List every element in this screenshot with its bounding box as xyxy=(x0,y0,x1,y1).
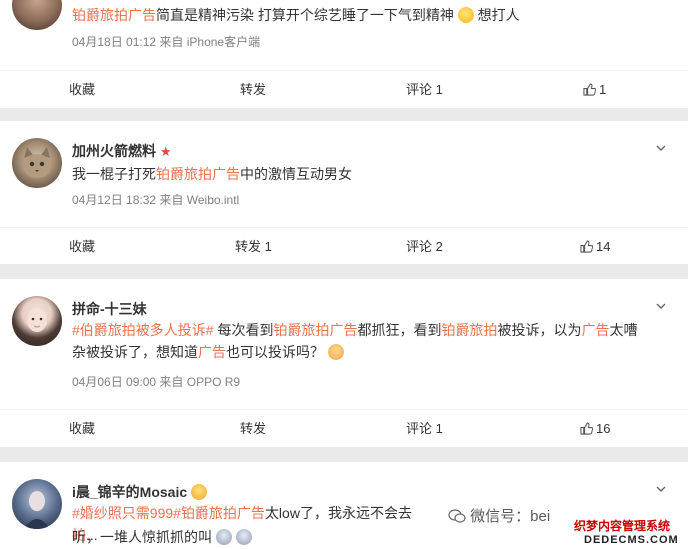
post-source: 来自 iPhone客户端 xyxy=(159,35,261,49)
wechat-watermark: 微信号：bei xyxy=(448,505,550,526)
avatar[interactable] xyxy=(12,479,62,529)
collect-button[interactable]: 收藏 xyxy=(69,410,95,447)
keyword-highlight[interactable]: 广告 xyxy=(581,322,609,338)
repost-button[interactable]: 转发 xyxy=(240,71,266,108)
keyword-highlight[interactable]: 铂爵旅拍广告 xyxy=(156,166,240,182)
wechat-icon xyxy=(448,509,466,523)
username[interactable]: i晨_锦辛的Mosaic xyxy=(72,482,208,502)
post-content: 我一棍子打死铂爵旅拍广告中的激情互动男女 xyxy=(72,166,352,182)
like-button[interactable]: 1 xyxy=(583,71,606,108)
post-meta: 04月12日 18:32 来自 Weibo.intl xyxy=(72,191,239,208)
chevron-down-icon[interactable] xyxy=(656,484,666,494)
emoji-sick-icon xyxy=(327,344,344,360)
weibo-post-3: 拼命-十三妹 #伯爵旅拍被多人投诉# 每次看到铂爵旅拍广告都抓狂，看到铂爵旅拍被… xyxy=(0,279,688,447)
action-bar: 收藏 转发 1 评论 2 14 xyxy=(0,227,688,265)
thumbs-up-icon xyxy=(583,83,596,96)
comment-button[interactable]: 评论 2 xyxy=(406,228,443,265)
user-avatar-icon xyxy=(24,491,50,529)
action-bar: 收藏 转发 评论 1 1 xyxy=(0,70,688,108)
post-content: #伯爵旅拍被多人投诉# 每次看到铂爵旅拍广告都抓狂，看到铂爵旅拍被投诉，以为广告… xyxy=(72,322,638,360)
weibo-post-1: 铂爵旅拍广告简直是精神污染 打算开个综艺睡了一下气到精神 想打人 04月18日 … xyxy=(0,0,688,108)
post-meta: 04月18日 01:12 来自 iPhone客户端 xyxy=(72,33,260,50)
thumbs-up-icon xyxy=(580,422,593,435)
avatar[interactable] xyxy=(12,138,62,188)
avatar[interactable] xyxy=(12,0,62,30)
keyword-highlight[interactable]: 铂爵旅拍 xyxy=(441,322,497,338)
cat-avatar-icon xyxy=(23,147,51,178)
post-meta: 04月06日 09:00 来自 OPPO R9 xyxy=(72,373,240,390)
repost-button[interactable]: 转发 xyxy=(240,410,266,447)
weibo-post-2: 加州火箭燃料 ★ 我一棍子打死铂爵旅拍广告中的激情互动男女 04月12日 18:… xyxy=(0,121,688,264)
repost-button[interactable]: 转发 1 xyxy=(235,228,272,265)
emoji-scared-icon xyxy=(215,529,232,545)
post-time[interactable]: 04月12日 18:32 xyxy=(72,193,156,207)
username[interactable]: 拼命-十三妹 xyxy=(72,299,147,319)
hashtag-link[interactable]: #伯爵旅拍被多人投诉# xyxy=(72,322,214,338)
emoji-scared-icon xyxy=(235,529,252,545)
logo-line-1: 织梦内容管理系统 xyxy=(574,519,671,533)
emoji-thinking-icon xyxy=(457,7,474,23)
comment-button[interactable]: 评论 1 xyxy=(406,71,443,108)
post-time[interactable]: 04月06日 09:00 xyxy=(72,375,156,389)
keyword-highlight[interactable]: 铂爵旅拍广告 xyxy=(273,322,357,338)
keyword-highlight[interactable]: 铂爵旅拍广告 xyxy=(72,7,156,23)
keyword-highlight[interactable]: 铂爵旅拍广告 xyxy=(181,505,265,521)
verified-star-icon: ★ xyxy=(159,144,172,159)
dedecms-logo: 织梦内容管理系统 DEDECMS.COM xyxy=(570,513,688,549)
comment-button[interactable]: 评论 1 xyxy=(406,410,443,447)
post-content: 铂爵旅拍广告简直是精神污染 打算开个综艺睡了一下气到精神 想打人 xyxy=(72,7,520,23)
girl-avatar-icon xyxy=(27,308,47,332)
collect-button[interactable]: 收藏 xyxy=(69,71,95,108)
logo-line-2: DEDECMS.COM xyxy=(584,534,679,546)
action-bar: 收藏 转发 评论 1 16 xyxy=(0,409,688,447)
like-button[interactable]: 14 xyxy=(580,228,610,265)
thumbs-up-icon xyxy=(580,240,593,253)
chevron-down-icon[interactable] xyxy=(656,301,666,311)
emoji-heart-eyes-icon xyxy=(191,484,208,500)
collect-button[interactable]: 收藏 xyxy=(69,228,95,265)
hashtag-link[interactable]: #婚纱照只需999# xyxy=(72,505,181,521)
avatar[interactable] xyxy=(12,296,62,346)
like-button[interactable]: 16 xyxy=(580,410,610,447)
post-time[interactable]: 04月18日 01:12 xyxy=(72,35,156,49)
post-content-line-2: 听，一堆人惊抓抓的叫 xyxy=(72,526,648,548)
keyword-highlight[interactable]: 广告 xyxy=(198,344,226,360)
username[interactable]: 加州火箭燃料 ★ xyxy=(72,141,172,161)
post-source: 来自 Weibo.intl xyxy=(159,193,240,207)
post-source: 来自 OPPO R9 xyxy=(159,375,241,389)
chevron-down-icon[interactable] xyxy=(656,143,666,153)
